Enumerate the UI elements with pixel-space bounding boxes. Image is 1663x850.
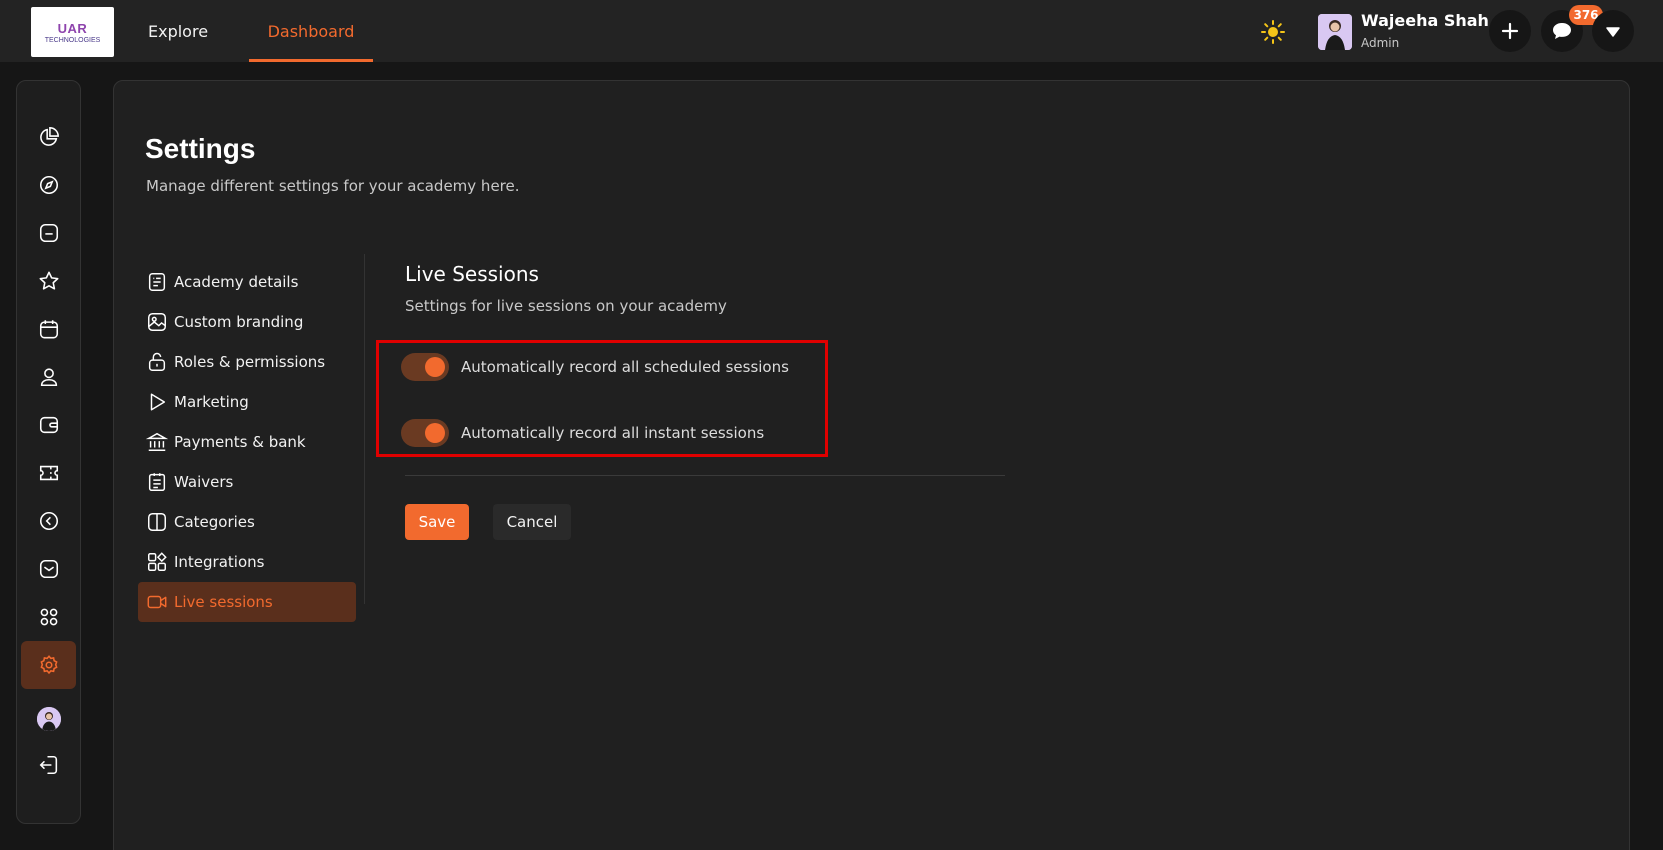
divider bbox=[405, 475, 1005, 476]
plus-icon bbox=[1501, 22, 1519, 40]
instant-sessions-toggle[interactable] bbox=[401, 419, 449, 447]
user-menu-button[interactable] bbox=[1592, 10, 1634, 52]
settings-menu-label: Categories bbox=[174, 513, 255, 531]
ticket-icon[interactable] bbox=[17, 453, 80, 493]
settings-menu-roles-permissions[interactable]: Roles & permissions bbox=[138, 342, 356, 382]
settings-menu-custom-branding[interactable]: Custom branding bbox=[138, 302, 356, 342]
settings-menu-label: Marketing bbox=[174, 393, 249, 411]
star-icon[interactable] bbox=[17, 261, 80, 301]
nav-dashboard[interactable]: Dashboard bbox=[249, 0, 373, 62]
user-icon[interactable] bbox=[17, 357, 80, 397]
add-button[interactable] bbox=[1489, 10, 1531, 52]
apps-icon[interactable] bbox=[17, 597, 80, 637]
settings-menu-label: Live sessions bbox=[174, 593, 273, 611]
settings-menu-academy-details[interactable]: Academy details bbox=[138, 262, 356, 302]
calendar-icon[interactable] bbox=[17, 309, 80, 349]
scheduled-sessions-toggle-row[interactable]: Automatically record all scheduled sessi… bbox=[401, 353, 789, 381]
save-button[interactable]: Save bbox=[405, 504, 469, 540]
user-name[interactable]: Wajeeha Shah bbox=[1361, 11, 1489, 30]
chart-pie-icon[interactable] bbox=[17, 117, 80, 157]
settings-menu-label: Integrations bbox=[174, 553, 265, 571]
video-icon bbox=[147, 595, 167, 609]
compass-icon[interactable] bbox=[17, 165, 80, 205]
clipboard-icon bbox=[148, 473, 166, 491]
logo-subtext: TECHNOLOGIES bbox=[44, 36, 101, 44]
instant-sessions-toggle-row[interactable]: Automatically record all instant session… bbox=[401, 419, 764, 447]
mail-icon[interactable] bbox=[17, 549, 80, 589]
settings-menu: Academy details Custom branding Roles & … bbox=[138, 262, 356, 622]
bank-icon bbox=[146, 432, 168, 451]
toggle-knob bbox=[425, 423, 445, 443]
logo-text: UAR bbox=[57, 20, 88, 36]
theme-toggle-sun-icon[interactable] bbox=[1261, 20, 1285, 44]
document-list-icon bbox=[148, 273, 166, 291]
gear-icon[interactable] bbox=[21, 641, 76, 689]
settings-menu-categories[interactable]: Categories bbox=[138, 502, 356, 542]
nav-explore[interactable]: Explore bbox=[148, 0, 208, 62]
settings-menu-waivers[interactable]: Waivers bbox=[138, 462, 356, 502]
cancel-button[interactable]: Cancel bbox=[493, 504, 571, 540]
logo[interactable]: UAR TECHNOLOGIES bbox=[31, 7, 114, 57]
settings-menu-live-sessions[interactable]: Live sessions bbox=[138, 582, 356, 622]
settings-menu-payments-bank[interactable]: Payments & bank bbox=[138, 422, 356, 462]
settings-menu-label: Academy details bbox=[174, 273, 299, 291]
page-title: Settings bbox=[145, 133, 256, 164]
caret-down-icon bbox=[1606, 27, 1620, 37]
columns-icon bbox=[148, 513, 166, 531]
avatar-person-icon bbox=[1318, 14, 1352, 50]
top-bar: UAR TECHNOLOGIES Explore Dashboard Wajee… bbox=[0, 0, 1663, 62]
scheduled-sessions-toggle[interactable] bbox=[401, 353, 449, 381]
play-icon bbox=[150, 393, 166, 411]
chat-bubble-icon bbox=[1553, 23, 1571, 39]
section-subtitle: Settings for live sessions on your acade… bbox=[405, 297, 727, 315]
section-title: Live Sessions bbox=[405, 262, 539, 286]
menu-divider bbox=[364, 254, 365, 604]
instant-sessions-label: Automatically record all instant session… bbox=[461, 424, 765, 442]
scheduled-sessions-label: Automatically record all scheduled sessi… bbox=[461, 358, 789, 376]
logout-icon[interactable] bbox=[17, 745, 80, 785]
arrow-left-circle-icon[interactable] bbox=[17, 501, 80, 541]
lock-icon bbox=[148, 352, 166, 371]
avatar[interactable] bbox=[17, 699, 80, 739]
folder-icon[interactable] bbox=[17, 213, 80, 253]
settings-menu-label: Payments & bank bbox=[174, 433, 306, 451]
wallet-icon[interactable] bbox=[17, 405, 80, 445]
user-role: Admin bbox=[1361, 36, 1400, 50]
settings-menu-label: Roles & permissions bbox=[174, 353, 326, 371]
page-subtitle: Manage different settings for your acade… bbox=[146, 177, 520, 195]
settings-menu-integrations[interactable]: Integrations bbox=[138, 542, 356, 582]
toggle-knob bbox=[425, 357, 445, 377]
shapes-icon bbox=[148, 552, 167, 571]
settings-menu-marketing[interactable]: Marketing bbox=[138, 382, 356, 422]
settings-menu-label: Waivers bbox=[174, 473, 234, 491]
sidebar bbox=[16, 80, 81, 824]
user-avatar[interactable] bbox=[1318, 14, 1352, 50]
settings-menu-label: Custom branding bbox=[174, 313, 304, 331]
image-icon bbox=[148, 313, 166, 331]
